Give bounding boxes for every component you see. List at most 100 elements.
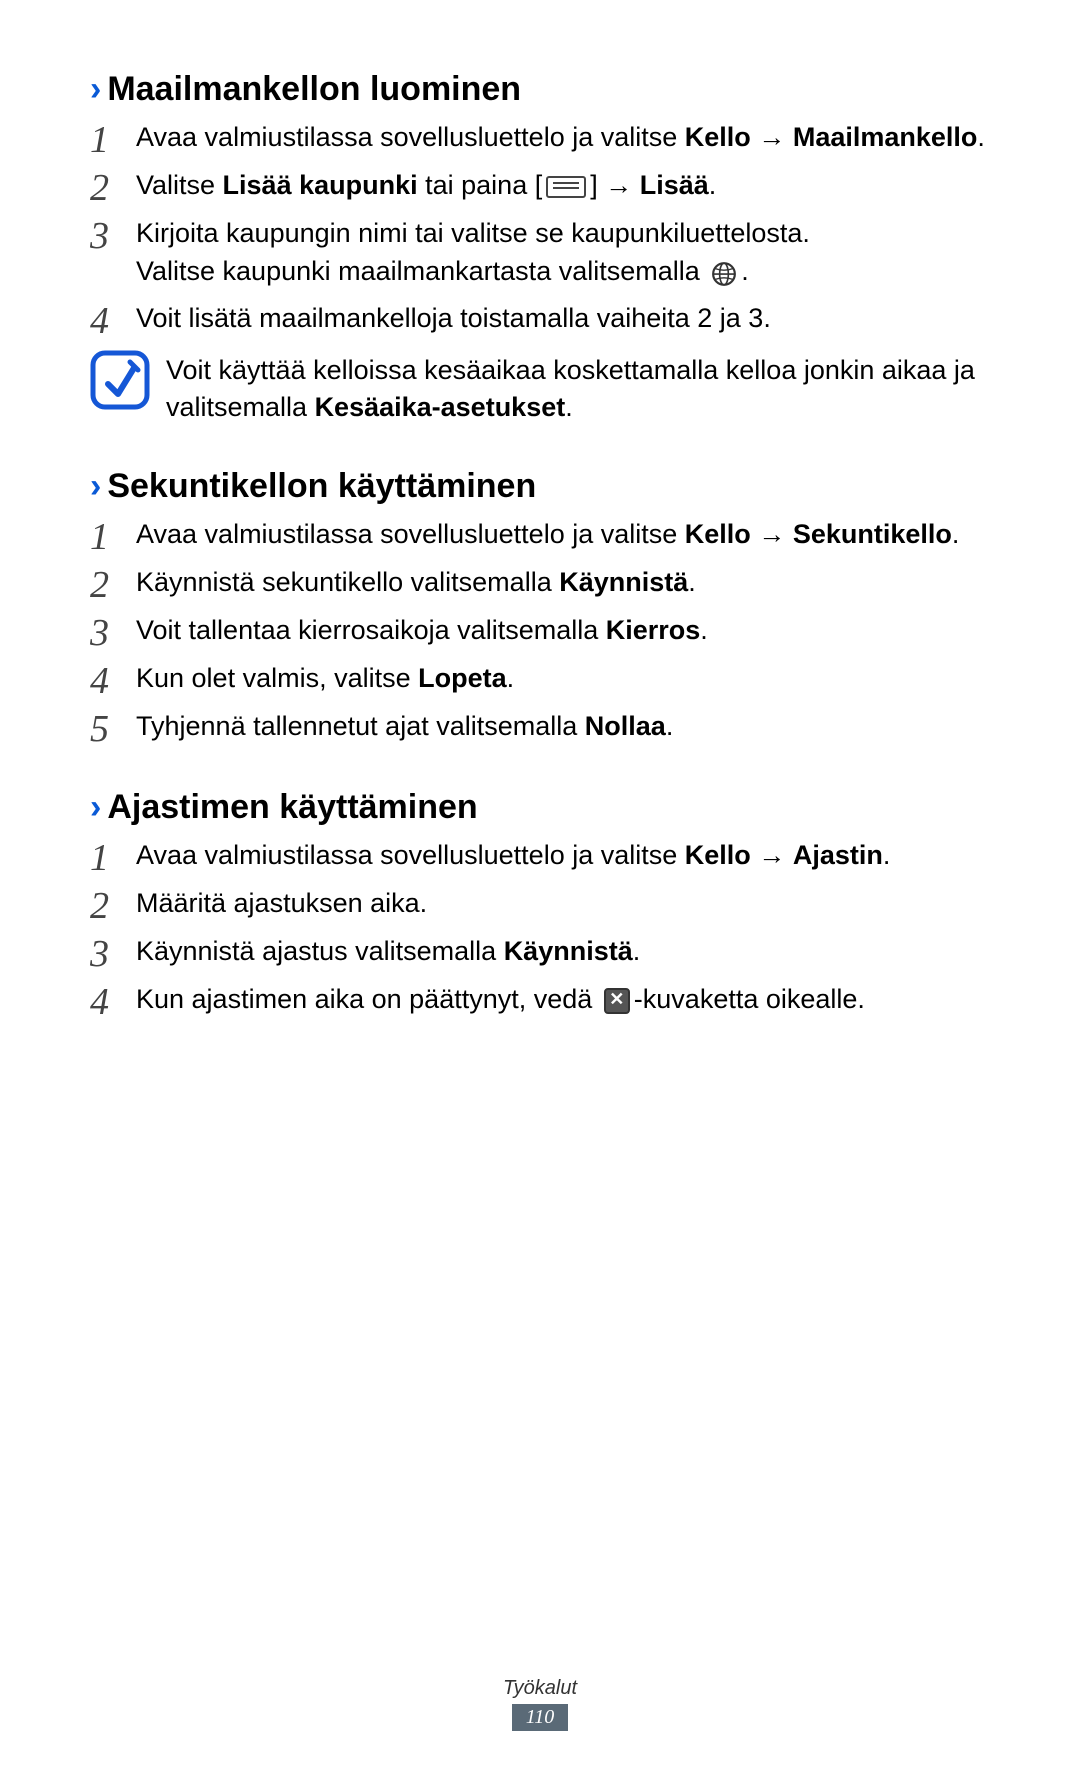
arrow-icon: →: [605, 170, 632, 200]
bold-text: Lisää kaupunki: [223, 170, 418, 200]
section-heading-world-clock: › Maailmankellon luominen: [90, 70, 990, 109]
step-body: Kun olet valmis, valitse Lopeta.: [136, 660, 990, 698]
section-heading-stopwatch: › Sekuntikellon käyttäminen: [90, 467, 990, 506]
step-item: 5 Tyhjennä tallennetut ajat valitsemalla…: [90, 708, 990, 748]
chevron-icon: ›: [90, 469, 101, 503]
heading-text: Ajastimen käyttäminen: [107, 788, 477, 827]
text: Avaa valmiustilassa sovellusluettelo ja …: [136, 840, 685, 870]
text: .: [741, 256, 749, 286]
bold-text: Kesäaika-asetukset: [315, 392, 566, 422]
heading-text: Sekuntikellon käyttäminen: [107, 467, 536, 506]
text: .: [952, 519, 960, 549]
step-body: Kun ajastimen aika on päättynyt, vedä -k…: [136, 981, 990, 1019]
bold-text: Maailmankello: [793, 122, 978, 152]
bold-text: Lisää: [640, 170, 709, 200]
arrow-icon: →: [758, 840, 785, 870]
bold-text: Kello: [685, 840, 751, 870]
note-block: Voit käyttää kelloissa kesäaikaa koskett…: [90, 350, 990, 428]
text: Tyhjennä tallennetut ajat valitsemalla: [136, 711, 585, 741]
note-text: Voit käyttää kelloissa kesäaikaa koskett…: [166, 350, 990, 428]
text: Kun ajastimen aika on päättynyt, vedä: [136, 984, 600, 1014]
text: Käynnistä ajastus valitsemalla: [136, 936, 504, 966]
step-item: 1 Avaa valmiustilassa sovellusluettelo j…: [90, 837, 990, 877]
text: .: [977, 122, 985, 152]
step-body: Avaa valmiustilassa sovellusluettelo ja …: [136, 837, 990, 875]
bold-text: Kello: [685, 122, 751, 152]
dismiss-x-icon: [604, 988, 630, 1014]
text: Voit tallentaa kierrosaikoja valitsemall…: [136, 615, 606, 645]
bold-text: Lopeta: [418, 663, 507, 693]
note-icon: [90, 350, 150, 410]
bold-text: Sekuntikello: [793, 519, 952, 549]
text: .: [883, 840, 891, 870]
page-footer: Työkalut 110: [0, 1677, 1080, 1731]
step-body: Tyhjennä tallennetut ajat valitsemalla N…: [136, 708, 990, 746]
step-item: 1 Avaa valmiustilassa sovellusluettelo j…: [90, 516, 990, 556]
step-item: 4 Kun ajastimen aika on päättynyt, vedä …: [90, 981, 990, 1021]
step-number: 2: [90, 885, 136, 925]
bold-text: Kierros: [606, 615, 701, 645]
step-item: 2 Määritä ajastuksen aika.: [90, 885, 990, 925]
chevron-icon: ›: [90, 72, 101, 106]
step-number: 4: [90, 660, 136, 700]
step-body: Kirjoita kaupungin nimi tai valitse se k…: [136, 215, 990, 292]
bold-text: Käynnistä: [504, 936, 633, 966]
step-number: 4: [90, 300, 136, 340]
step-number: 1: [90, 516, 136, 556]
step-item: 1 Avaa valmiustilassa sovellusluettelo j…: [90, 119, 990, 159]
manual-page: › Maailmankellon luominen 1 Avaa valmius…: [0, 0, 1080, 1771]
text: Avaa valmiustilassa sovellusluettelo ja …: [136, 122, 685, 152]
step-number: 5: [90, 708, 136, 748]
bold-text: Kello: [685, 519, 751, 549]
text: [785, 122, 793, 152]
text: [632, 170, 640, 200]
step-number: 1: [90, 119, 136, 159]
step-body: Avaa valmiustilassa sovellusluettelo ja …: [136, 119, 990, 157]
text: Avaa valmiustilassa sovellusluettelo ja …: [136, 519, 685, 549]
menu-key-icon: [546, 176, 586, 198]
step-number: 4: [90, 981, 136, 1021]
text: Valitse kaupunki maailmankartasta valits…: [136, 256, 707, 286]
step-item: 4 Voit lisätä maailmankelloja toistamall…: [90, 300, 990, 340]
text: .: [700, 615, 708, 645]
text: Kun olet valmis, valitse: [136, 663, 418, 693]
text: Valitse: [136, 170, 223, 200]
step-item: 2 Käynnistä sekuntikello valitsemalla Kä…: [90, 564, 990, 604]
globe-icon: [711, 254, 737, 292]
step-number: 3: [90, 215, 136, 255]
text: -kuvaketta oikealle.: [634, 984, 865, 1014]
step-number: 3: [90, 612, 136, 652]
footer-section-label: Työkalut: [0, 1677, 1080, 1700]
text: Voit lisätä maailmankelloja toistamalla …: [136, 303, 771, 333]
step-body: Käynnistä sekuntikello valitsemalla Käyn…: [136, 564, 990, 602]
step-body: Voit tallentaa kierrosaikoja valitsemall…: [136, 612, 990, 650]
step-number: 3: [90, 933, 136, 973]
step-number: 1: [90, 837, 136, 877]
section-heading-timer: › Ajastimen käyttäminen: [90, 788, 990, 827]
page-number: 110: [512, 1704, 569, 1731]
step-item: 3 Käynnistä ajastus valitsemalla Käynnis…: [90, 933, 990, 973]
step-body: Käynnistä ajastus valitsemalla Käynnistä…: [136, 933, 990, 971]
step-body: Määritä ajastuksen aika.: [136, 885, 990, 923]
text: .: [633, 936, 641, 966]
step-body: Voit lisätä maailmankelloja toistamalla …: [136, 300, 990, 338]
step-body: Valitse Lisää kaupunki tai paina [] → Li…: [136, 167, 990, 205]
text: [785, 519, 793, 549]
bold-text: Ajastin: [793, 840, 883, 870]
text: Käynnistä sekuntikello valitsemalla: [136, 567, 559, 597]
text: Määritä ajastuksen aika.: [136, 888, 427, 918]
heading-text: Maailmankellon luominen: [107, 70, 521, 109]
step-item: 3 Kirjoita kaupungin nimi tai valitse se…: [90, 215, 990, 292]
text: tai paina [: [418, 170, 543, 200]
step-item: 3 Voit tallentaa kierrosaikoja valitsema…: [90, 612, 990, 652]
step-item: 2 Valitse Lisää kaupunki tai paina [] → …: [90, 167, 990, 207]
text: .: [507, 663, 515, 693]
step-body: Avaa valmiustilassa sovellusluettelo ja …: [136, 516, 990, 554]
step-item: 4 Kun olet valmis, valitse Lopeta.: [90, 660, 990, 700]
bold-text: Nollaa: [585, 711, 666, 741]
text: Kirjoita kaupungin nimi tai valitse se k…: [136, 218, 810, 248]
bold-text: Käynnistä: [559, 567, 688, 597]
text: .: [565, 392, 573, 422]
text: .: [666, 711, 674, 741]
arrow-icon: →: [758, 122, 785, 152]
